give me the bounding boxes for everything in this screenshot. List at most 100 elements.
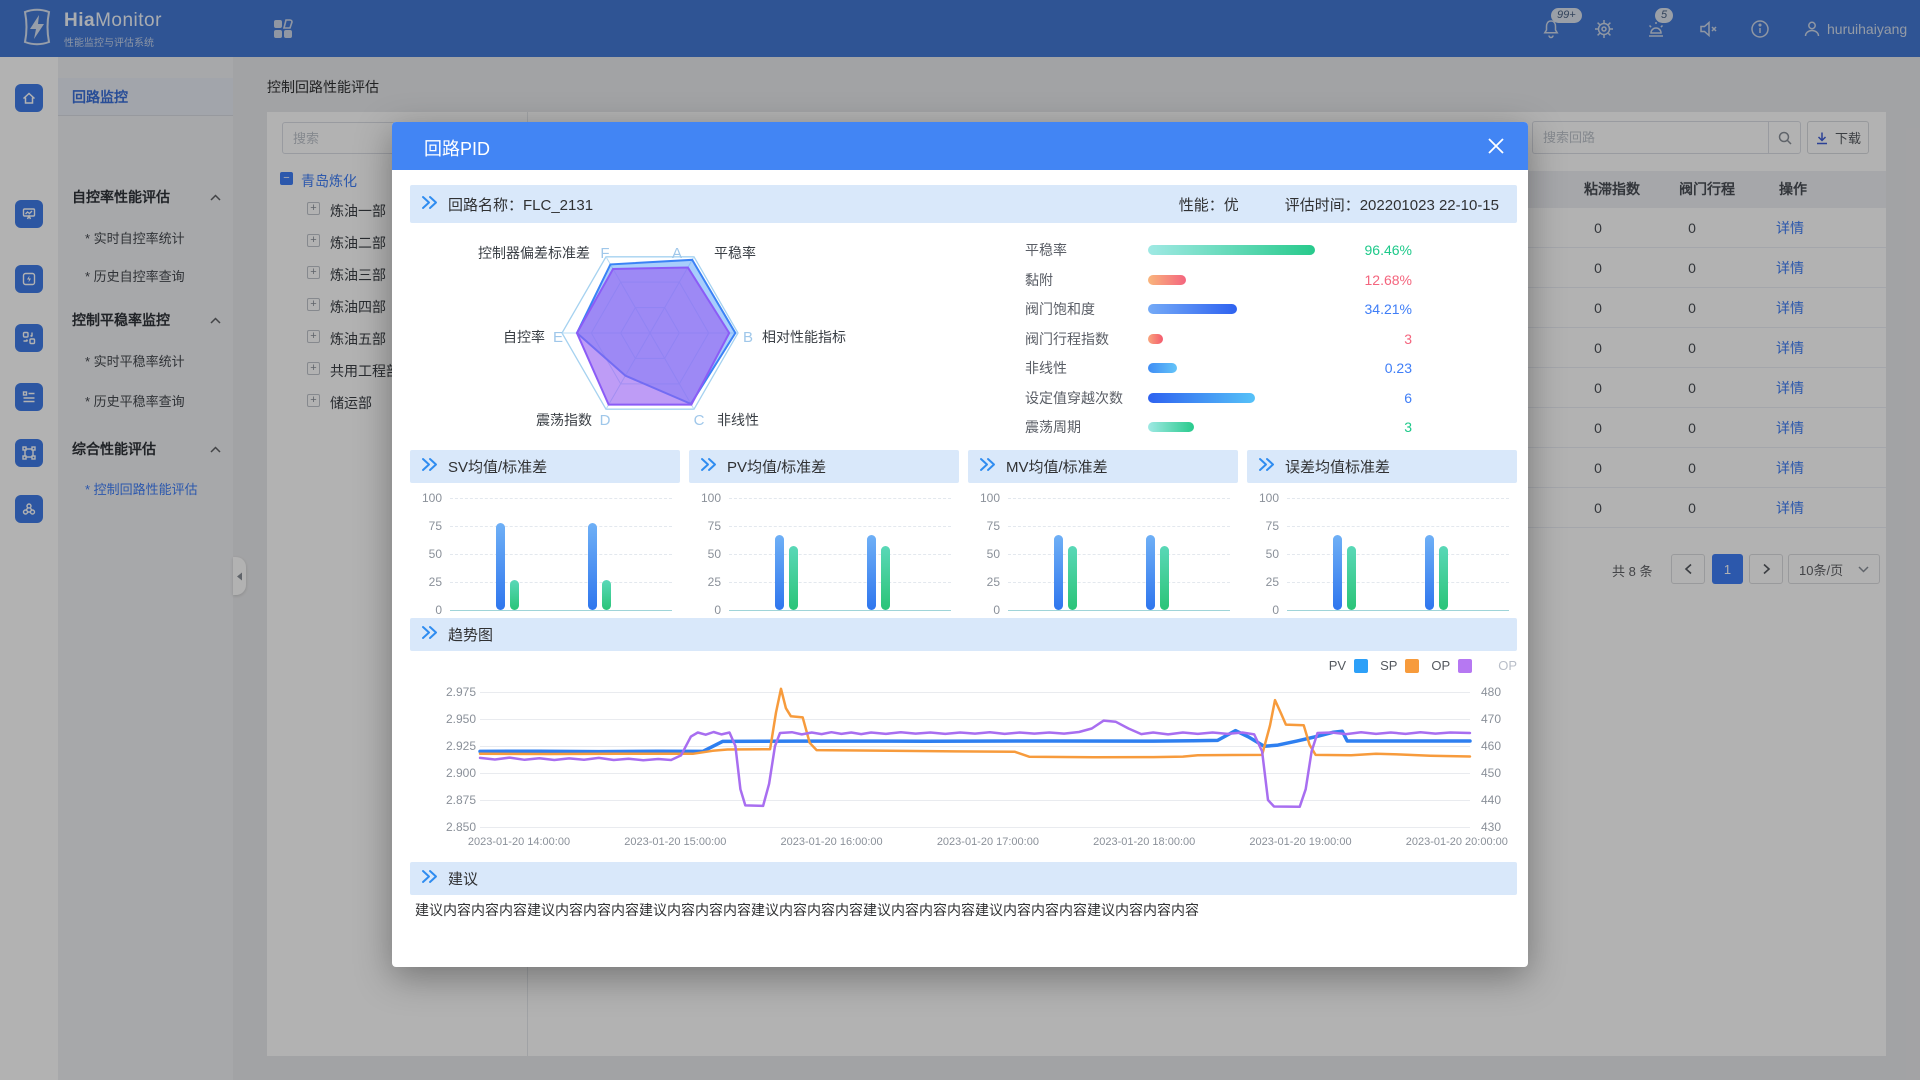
double-chevron-icon — [420, 625, 438, 645]
radar-axis-label: 相对性能指标 — [762, 329, 846, 345]
y-tick: 100 — [410, 491, 442, 505]
radar-vertex-C: C — [694, 412, 705, 429]
radar-vertex-A: A — [672, 245, 682, 262]
bar-chart: 100 75 50 25 0 — [410, 483, 680, 623]
legend-label: SP — [1380, 658, 1397, 673]
legend-item: SP — [1380, 658, 1419, 673]
right-axis-label: OP — [1498, 658, 1517, 673]
bar-均值 — [1425, 535, 1434, 610]
axis-line — [1287, 610, 1509, 611]
section-header: MV均值/标准差 — [968, 450, 1238, 483]
bar-标准差 — [1439, 546, 1448, 610]
gridline — [729, 554, 951, 555]
bar-均值 — [775, 535, 784, 610]
metric-label: 黏附 — [1025, 270, 1145, 290]
bar-均值 — [867, 535, 876, 610]
loop-pid-modal: 回路PID 回路名称：FLC_2131 性能：优 评估时间：202201023 … — [392, 122, 1528, 967]
y-tick: 25 — [410, 575, 442, 589]
metric-label: 设定值穿越次数 — [1025, 388, 1145, 408]
loop-name: 回路名称：FLC_2131 — [448, 194, 593, 215]
y-tick: 0 — [410, 603, 442, 617]
axis-line — [729, 610, 951, 611]
metric-bar — [1148, 393, 1255, 403]
gridline — [450, 582, 672, 583]
bar-均值 — [496, 523, 505, 610]
y-tick: 25 — [1247, 575, 1279, 589]
app-root: HiaMonitor 性能监控与评估系统 99+ — [0, 0, 1920, 1080]
left-tick: 2.900 — [410, 766, 476, 780]
metric-bar — [1148, 422, 1194, 432]
evaluation-time: 评估时间：202201023 22-10-15 — [1285, 194, 1499, 215]
section-title: SV均值/标准差 — [448, 456, 547, 477]
right-tick: 430 — [1481, 820, 1521, 834]
metric-value: 34.21% — [1317, 301, 1412, 317]
gridline — [1287, 498, 1509, 499]
trend-section-header: 趋势图 — [410, 618, 1517, 651]
radar-vertex-D: D — [600, 412, 611, 429]
metric-bar — [1148, 245, 1315, 255]
metric-bar — [1148, 334, 1163, 344]
section-header: 误差均值标准差 — [1247, 450, 1517, 483]
right-tick: 470 — [1481, 712, 1521, 726]
trend-line-SP — [480, 689, 1470, 757]
bar-标准差 — [602, 580, 611, 610]
performance-value: 性能：优 — [1179, 194, 1239, 215]
trend-line-OP — [480, 721, 1470, 807]
suggestion-section-header: 建议 — [410, 862, 1517, 895]
left-tick: 2.875 — [410, 793, 476, 807]
double-chevron-icon — [420, 869, 438, 889]
y-tick: 25 — [968, 575, 1000, 589]
trend-legend: PV SP OP OP — [410, 658, 1517, 673]
y-tick: 75 — [1247, 519, 1279, 533]
bar-标准差 — [881, 546, 890, 610]
metric-label: 阀门饱和度 — [1025, 299, 1145, 319]
metric-value: 6 — [1317, 390, 1412, 406]
bar-均值 — [588, 523, 597, 610]
gridline — [1287, 582, 1509, 583]
legend-label: PV — [1329, 658, 1346, 673]
y-tick: 100 — [968, 491, 1000, 505]
metric-label: 平稳率 — [1025, 240, 1145, 260]
metric-value: 3 — [1317, 331, 1412, 347]
right-tick: 480 — [1481, 685, 1521, 699]
metric-bar — [1148, 275, 1186, 285]
suggestion-text: 建议内容内容内容建议内容内容内容建议内容内容内容建议内容内容内容建议内容内容内容… — [415, 900, 1500, 920]
left-tick: 2.950 — [410, 712, 476, 726]
gridline — [1008, 554, 1230, 555]
gridline — [729, 526, 951, 527]
gridline — [450, 498, 672, 499]
metric-label: 阀门行程指数 — [1025, 329, 1145, 349]
y-tick: 75 — [689, 519, 721, 533]
double-chevron-icon — [1257, 457, 1275, 477]
trend-title: 趋势图 — [448, 624, 493, 645]
y-tick: 50 — [1247, 547, 1279, 561]
bar-chart: 1007550250 — [689, 483, 959, 623]
y-tick: 50 — [968, 547, 1000, 561]
radar-vertex-F: F — [600, 245, 609, 262]
left-tick: 2.925 — [410, 739, 476, 753]
bar-chart: 1007550250 — [968, 483, 1238, 623]
bar-均值 — [1333, 535, 1342, 610]
gridline — [729, 498, 951, 499]
bar-标准差 — [789, 546, 798, 610]
gridline — [450, 526, 672, 527]
section-title: MV均值/标准差 — [1006, 456, 1108, 477]
radar-axis-label: 平稳率 — [714, 245, 756, 261]
metric-value: 96.46% — [1317, 242, 1412, 258]
gridline — [729, 582, 951, 583]
legend-swatch — [1458, 659, 1472, 673]
legend-item: OP — [1431, 658, 1472, 673]
double-chevron-icon — [420, 457, 438, 477]
axis-line — [1008, 610, 1230, 611]
metric-value: 12.68% — [1317, 272, 1412, 288]
bar-标准差 — [1068, 546, 1077, 610]
right-tick: 460 — [1481, 739, 1521, 753]
y-tick: 0 — [968, 603, 1000, 617]
y-tick: 75 — [410, 519, 442, 533]
legend-item: PV — [1329, 658, 1368, 673]
gridline — [1008, 582, 1230, 583]
y-tick: 50 — [410, 547, 442, 561]
radar-axis-label: 震荡指数 — [536, 412, 592, 428]
close-icon[interactable] — [1487, 137, 1505, 155]
radar-axis-label: 控制器偏差标准差 — [478, 245, 590, 261]
